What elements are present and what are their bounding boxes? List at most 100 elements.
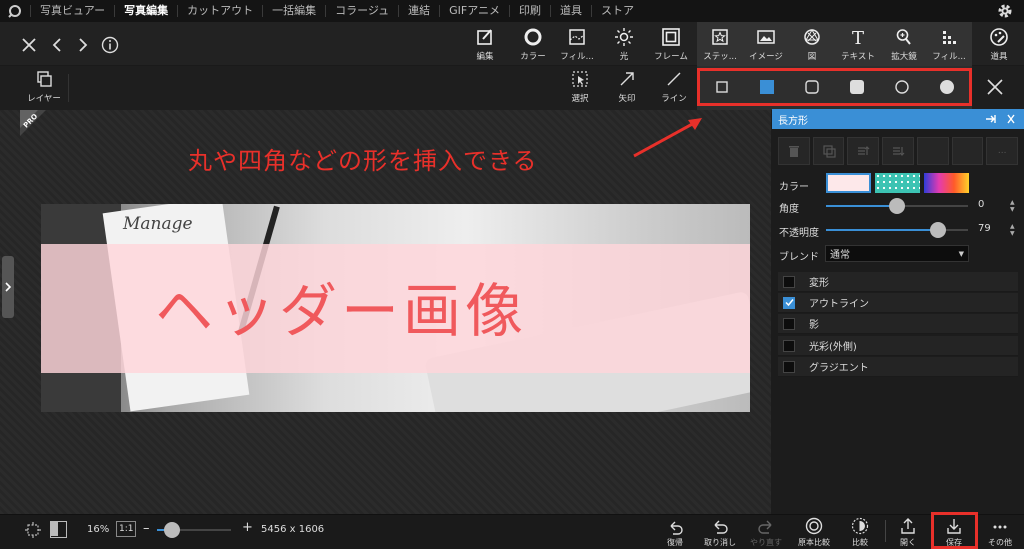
menu-item-combine[interactable]: 連結: [398, 5, 439, 17]
menu-item-cutout[interactable]: カットアウト: [177, 5, 262, 17]
rounded-rect-outline-icon[interactable]: [804, 79, 820, 95]
close-shape-icon[interactable]: [984, 76, 1006, 98]
circle-filled-icon[interactable]: [939, 79, 955, 95]
more-button[interactable]: その他: [980, 514, 1020, 549]
menu-item-collage[interactable]: コラージュ: [325, 5, 398, 17]
fill-color-swatch[interactable]: [826, 173, 871, 193]
shape-picker: [697, 68, 972, 106]
tool-image[interactable]: イメージ: [743, 22, 789, 66]
menu-item-store[interactable]: ストア: [591, 5, 643, 17]
gear-icon[interactable]: [996, 2, 1014, 20]
option-transform[interactable]: 変形: [778, 272, 1018, 292]
actual-size-button[interactable]: 1:1: [116, 521, 137, 537]
duplicate-icon[interactable]: [812, 137, 845, 165]
tool-frame[interactable]: フレーム: [648, 22, 694, 66]
restore-button[interactable]: 復帰: [655, 514, 695, 549]
rect-filled-icon[interactable]: [759, 79, 775, 95]
redo-button[interactable]: やり直す: [746, 514, 786, 549]
menu-item-gif[interactable]: GIFアニメ: [439, 5, 509, 17]
info-icon[interactable]: [101, 36, 119, 54]
rounded-rect-filled-icon[interactable]: [849, 79, 865, 95]
layer-button[interactable]: レイヤー: [22, 66, 66, 110]
color-icon: [524, 28, 542, 46]
tool-sticker[interactable]: ステッ...: [697, 22, 743, 66]
tool-shape[interactable]: 図: [789, 22, 835, 66]
gradient-swatch[interactable]: [924, 173, 969, 193]
angle-slider[interactable]: [826, 198, 968, 214]
opacity-value[interactable]: 79: [978, 223, 991, 234]
tool-fill[interactable]: フィル...: [926, 22, 972, 66]
zoom-out-button[interactable]: –: [143, 521, 150, 536]
headline-text[interactable]: ヘッダー画像: [155, 264, 527, 348]
option-gradient[interactable]: グラジエント: [778, 357, 1018, 377]
checkbox[interactable]: [783, 275, 795, 288]
checkbox[interactable]: [783, 339, 795, 352]
open-button[interactable]: 開く: [888, 514, 928, 549]
tool-magnifier-label: 拡大鏡: [891, 52, 917, 62]
send-backward-icon[interactable]: [882, 137, 914, 165]
blend-label: ブレンド: [779, 252, 819, 263]
option-shadow[interactable]: 影: [778, 314, 1018, 334]
angle-label: 角度: [779, 204, 799, 215]
close-icon[interactable]: [20, 36, 38, 54]
fit-screen-icon[interactable]: [25, 522, 41, 538]
restore-icon: [670, 521, 683, 535]
layer-label: レイヤー: [27, 94, 61, 104]
delete-icon[interactable]: [778, 137, 810, 165]
undo-button[interactable]: 取り消し: [700, 514, 740, 549]
tool-image-label: イメージ: [749, 52, 783, 62]
open-icon: [901, 518, 915, 534]
checkbox[interactable]: [783, 360, 795, 373]
menu-item-viewer[interactable]: 写真ビュアー: [30, 5, 114, 17]
tool-text[interactable]: T テキスト: [835, 22, 881, 66]
menu-item-tools[interactable]: 道具: [550, 5, 591, 17]
option-label: 変形: [809, 278, 829, 289]
menu-item-print[interactable]: 印刷: [509, 5, 550, 17]
menu-item-batch[interactable]: 一括編集: [262, 5, 325, 17]
tool-tools[interactable]: 道具: [976, 22, 1022, 66]
line-label: ライン: [661, 94, 687, 104]
opacity-slider[interactable]: [826, 222, 968, 238]
main-toolbar: 編集 カラー フィル... 光 フレーム ステッ... イメージ 図 T テキス…: [0, 22, 1024, 66]
arrow-button[interactable]: 矢印: [605, 66, 649, 110]
bring-forward-icon[interactable]: [847, 137, 880, 165]
pin-close-icon[interactable]: [984, 113, 1018, 125]
split-view-icon[interactable]: [50, 521, 67, 538]
tool-light-label: 光: [619, 52, 629, 62]
select-button[interactable]: 選択: [558, 66, 602, 110]
tools-icon: [990, 28, 1008, 46]
angle-value[interactable]: 0: [978, 199, 984, 210]
app-logo-icon[interactable]: [0, 0, 30, 22]
tool-edit[interactable]: 編集: [462, 22, 508, 66]
compare-button[interactable]: 比較: [840, 514, 880, 549]
zoom-slider-knob[interactable]: [163, 522, 180, 538]
blend-select[interactable]: 通常 ▼: [825, 245, 969, 262]
tool-filter[interactable]: フィル...: [554, 22, 600, 66]
compare-original-button[interactable]: 原本比較: [794, 514, 834, 549]
checkbox-checked[interactable]: [783, 296, 795, 309]
circle-outline-icon[interactable]: [894, 79, 910, 95]
angle-stepper[interactable]: ▲ ▼: [1010, 199, 1015, 213]
option-outer-glow[interactable]: 光彩(外側): [778, 336, 1018, 356]
angle-slider-knob[interactable]: [889, 198, 905, 214]
frame-icon: [662, 28, 680, 46]
pattern-swatch[interactable]: [875, 173, 920, 193]
opacity-stepper[interactable]: ▲ ▼: [1010, 223, 1015, 237]
chevron-right-icon[interactable]: [74, 36, 92, 54]
rect-outline-icon[interactable]: [714, 79, 730, 95]
chevron-left-icon[interactable]: [48, 36, 66, 54]
zoom-slider[interactable]: [157, 522, 231, 538]
option-outline[interactable]: アウトライン: [778, 293, 1018, 313]
more-icon[interactable]: ...: [986, 137, 1019, 165]
expand-panel-button[interactable]: [2, 256, 14, 318]
zoom-value[interactable]: 16%: [87, 524, 109, 535]
line-button[interactable]: ライン: [652, 66, 696, 110]
zoom-in-button[interactable]: +: [242, 520, 253, 535]
tool-magnifier[interactable]: 拡大鏡: [881, 22, 927, 66]
checkbox[interactable]: [783, 317, 795, 330]
tool-color[interactable]: カラー: [510, 22, 556, 66]
option-label: グラジエント: [809, 363, 869, 374]
menu-item-edit[interactable]: 写真編集: [114, 5, 177, 17]
tool-light[interactable]: 光: [601, 22, 647, 66]
menu-bar: 写真ビュアー 写真編集 カットアウト 一括編集 コラージュ 連結 GIFアニメ …: [0, 0, 1024, 22]
